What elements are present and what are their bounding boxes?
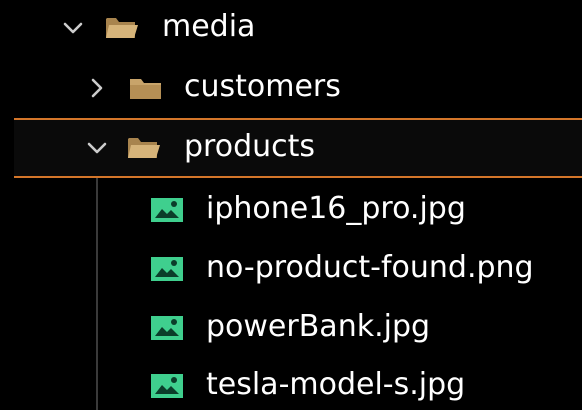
file-label: tesla-model-s.jpg (206, 367, 466, 402)
image-file-icon (150, 373, 184, 399)
tree-item-file[interactable]: powerBank.jpg (0, 300, 582, 356)
image-file-icon (150, 197, 184, 223)
folder-open-icon (126, 133, 162, 161)
image-file-icon (150, 315, 184, 341)
file-label: no-product-found.png (206, 250, 534, 285)
tree-item-products[interactable]: products (14, 118, 582, 178)
file-label: powerBank.jpg (206, 309, 431, 344)
folder-closed-icon (128, 74, 164, 102)
tree-item-file[interactable]: iphone16_pro.jpg (0, 182, 582, 238)
chevron-down-icon[interactable] (84, 135, 110, 161)
tree-item-file[interactable]: no-product-found.png (0, 241, 582, 297)
folder-label: media (162, 9, 256, 44)
tree-item-customers[interactable]: customers (0, 60, 582, 116)
file-explorer-tree: media customers products iphone16_pro.jp… (0, 0, 582, 410)
chevron-right-icon[interactable] (84, 75, 110, 101)
folder-label: customers (184, 69, 341, 104)
chevron-down-icon[interactable] (60, 15, 86, 41)
tree-item-media[interactable]: media (0, 0, 582, 56)
tree-item-file[interactable]: tesla-model-s.jpg (0, 358, 582, 410)
folder-open-icon (104, 13, 140, 41)
folder-label: products (184, 129, 316, 164)
file-label: iphone16_pro.jpg (206, 191, 466, 226)
image-file-icon (150, 256, 184, 282)
